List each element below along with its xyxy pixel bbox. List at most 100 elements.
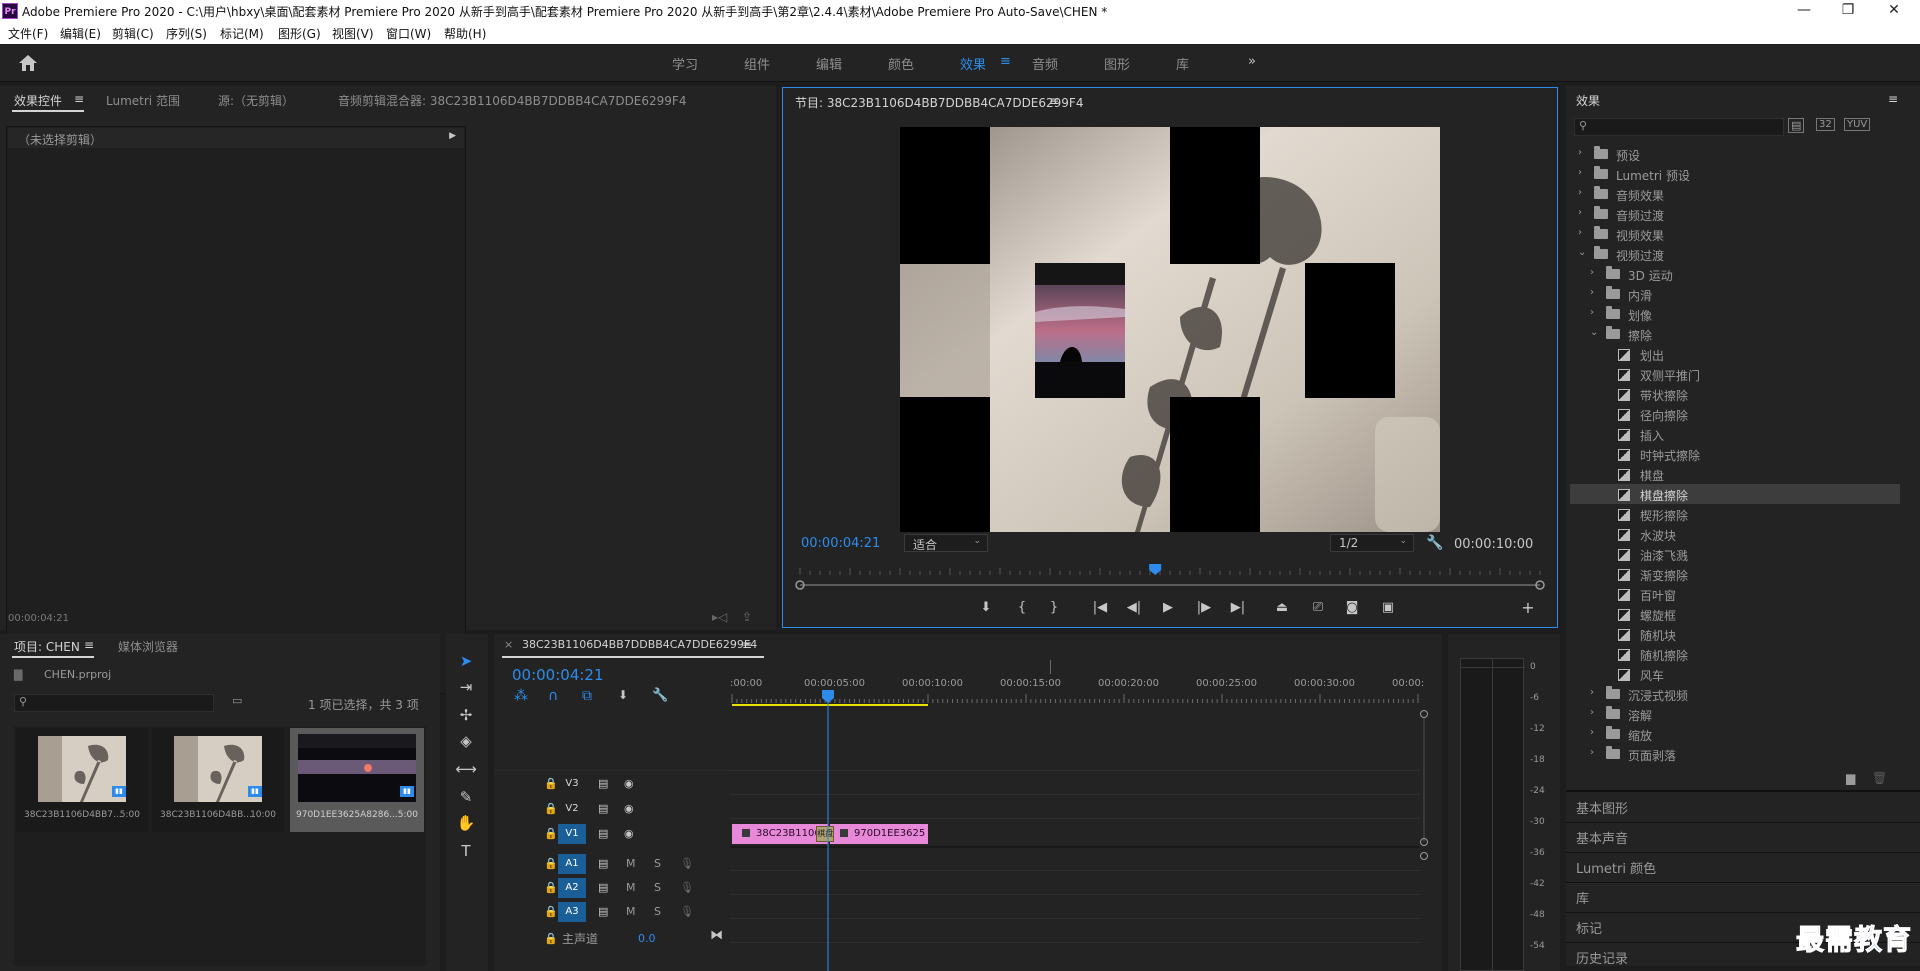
tab-audio-clip-mixer[interactable]: 音频剪辑混合器: 38C23B1106D4BB7DDBB4CA7DDE6299F… [338,92,686,109]
workspace-menu-icon[interactable]: ≡ [1000,54,1011,69]
chevron-right-icon[interactable]: › [1590,747,1600,758]
track-label-v1[interactable]: V1 [558,824,586,844]
accelerated-effects-icon[interactable]: ▤ [1788,118,1805,133]
effects-tree-item[interactable]: 渐变擦除 [1570,564,1900,584]
workspace-learn[interactable]: 学习 [672,54,698,73]
selection-tool-icon[interactable]: ➤ [455,650,477,672]
toggle-sync-lock-icon[interactable]: ▤ [598,827,608,847]
solo-button[interactable]: S [654,881,661,901]
effects-tree-item[interactable]: 百叶窗 [1570,584,1900,604]
go-to-out-button[interactable]: ▶| [1228,598,1248,618]
chevron-right-icon[interactable]: › [1590,727,1600,738]
chevron-right-icon[interactable]: › [1578,187,1588,198]
menu-view[interactable]: 视图(V) [332,25,374,42]
timeline-close-button[interactable]: × [504,638,513,651]
tab-media-browser[interactable]: 媒体浏览器 [118,638,178,655]
menu-clip[interactable]: 剪辑(C) [112,25,154,42]
restore-button[interactable]: ❐ [1828,0,1868,22]
mute-button[interactable]: M [626,857,636,877]
program-playhead[interactable] [1149,564,1162,575]
effects-tree-item[interactable]: 水波块 [1570,524,1900,544]
32bit-effects-icon[interactable]: 32 [1816,118,1835,131]
effects-menu-icon[interactable]: ≡ [1888,92,1898,106]
chevron-down-icon[interactable]: ⌄ [1590,327,1600,338]
effects-tree-item[interactable]: 棋盘 [1570,464,1900,484]
timeline-menu-icon[interactable]: ≡ [742,638,752,652]
dock-markers[interactable]: 标记 [1576,918,1602,937]
add-marker-icon[interactable]: ⬇ [618,688,628,702]
mute-button[interactable]: M [626,881,636,901]
extract-button[interactable]: ⎚ [1308,598,1328,618]
timeline-timecode[interactable]: 00:00:04:21 [512,666,604,684]
comparison-view-button[interactable]: ▣ [1378,598,1398,618]
workspace-libraries[interactable]: 库 [1176,54,1189,73]
tab-lumetri-scopes[interactable]: Lumetri 范围 [106,92,180,109]
tab-effect-controls[interactable]: 效果控件 [14,92,62,109]
menu-window[interactable]: 窗口(W) [386,25,431,42]
effects-tree-item[interactable]: 随机块 [1570,624,1900,644]
effects-tree-item[interactable]: 时钟式擦除 [1570,444,1900,464]
toggle-sync-lock-icon[interactable]: ▤ [598,802,608,822]
mark-in-button[interactable]: { [1012,598,1032,618]
lock-icon[interactable]: 🔒 [544,881,558,901]
microphone-icon[interactable]: 🎙 [680,881,694,901]
effects-tree-item[interactable]: › 音频效果 [1570,184,1900,204]
effects-tree-item[interactable]: › 缩放 [1570,724,1900,744]
timeline-playhead[interactable] [821,690,835,971]
nest-icon[interactable]: ⁂ [514,688,528,704]
find-bin-icon[interactable]: ▭ [232,694,242,707]
new-bin-folder-icon[interactable]: ▆ [1846,771,1855,785]
track-label-a2[interactable]: A2 [558,878,586,898]
workspace-graphics[interactable]: 图形 [1104,54,1130,73]
toggle-sync-lock-icon[interactable]: ▤ [598,881,608,901]
microphone-icon[interactable]: 🎙 [680,905,694,925]
lock-icon[interactable]: 🔒 [544,932,558,945]
program-timecode[interactable]: 00:00:04:21 [801,536,880,551]
chevron-right-icon[interactable]: › [1590,287,1600,298]
minimize-button[interactable]: — [1784,0,1824,22]
razor-tool-icon[interactable]: ◈ [455,730,477,752]
program-menu-icon[interactable]: ≡ [1049,94,1059,108]
lock-icon[interactable]: 🔒 [544,802,558,822]
track-label-a3[interactable]: A3 [558,902,586,922]
effects-tree-item[interactable]: 径向擦除 [1570,404,1900,424]
solo-button[interactable]: S [654,905,661,925]
resolution-dropdown[interactable]: 1/2 ⌄ [1330,534,1414,552]
timeline-clip[interactable]: 38C23B1106 [732,824,828,844]
lock-icon[interactable]: 🔒 [544,777,558,797]
pen-tool-icon[interactable]: ✎ [455,786,477,808]
tab-project[interactable]: 项目: CHEN [14,638,80,655]
chevron-right-icon[interactable]: › [1578,167,1588,178]
play-button[interactable]: ▶ [1158,598,1178,618]
effects-tree-item[interactable]: › 视频效果 [1570,224,1900,244]
tab-menu-icon[interactable]: ≡ [74,92,84,106]
ripple-edit-tool-icon[interactable]: ✢ [455,704,477,726]
step-back-button[interactable]: ◀| [1124,598,1144,618]
delete-trash-icon[interactable]: 🗑 [1872,771,1887,785]
project-item[interactable]: ▮▮ 38C23B1106D4BB... 10:00 [152,728,284,832]
filter-icon[interactable]: ▸◁ [712,610,727,624]
add-marker-button[interactable]: ⬇ [976,598,996,618]
effects-tree-item[interactable]: › 划像 [1570,304,1900,324]
workspace-effects[interactable]: 效果 [960,54,986,73]
toggle-sync-lock-icon[interactable]: ▤ [598,905,608,925]
vertical-zoom-scrollbar[interactable] [1420,710,1428,860]
workspace-color[interactable]: 颜色 [888,54,914,73]
project-item-selected[interactable]: ▮▮ 970D1EE3625A8286... 5:00 [290,728,424,832]
dock-essential-sound[interactable]: 基本声音 [1576,828,1628,847]
dock-history[interactable]: 历史记录 [1576,948,1628,967]
slip-tool-icon[interactable]: ⟷ [455,758,477,780]
timeline-sequence-tab[interactable]: 38C23B1106D4BB7DDBB4CA7DDE6299F4 [522,638,757,651]
menu-edit[interactable]: 编辑(E) [60,25,101,42]
chevron-right-icon[interactable]: › [1578,227,1588,238]
eye-icon[interactable]: ◉ [624,777,634,797]
track-label-v3[interactable]: V3 [558,774,586,794]
effects-tree-item[interactable]: › 溶解 [1570,704,1900,724]
hand-tool-icon[interactable]: ✋ [455,812,477,834]
tab-source[interactable]: 源:（无剪辑） [218,92,294,109]
effects-tree-item[interactable]: › 内滑 [1570,284,1900,304]
settings-wrench-icon[interactable]: 🔧 [1426,535,1443,551]
effects-tree-item[interactable]: 带状擦除 [1570,384,1900,404]
effects-tree-item[interactable]: › 预设 [1570,144,1900,164]
mute-button[interactable]: M [626,905,636,925]
